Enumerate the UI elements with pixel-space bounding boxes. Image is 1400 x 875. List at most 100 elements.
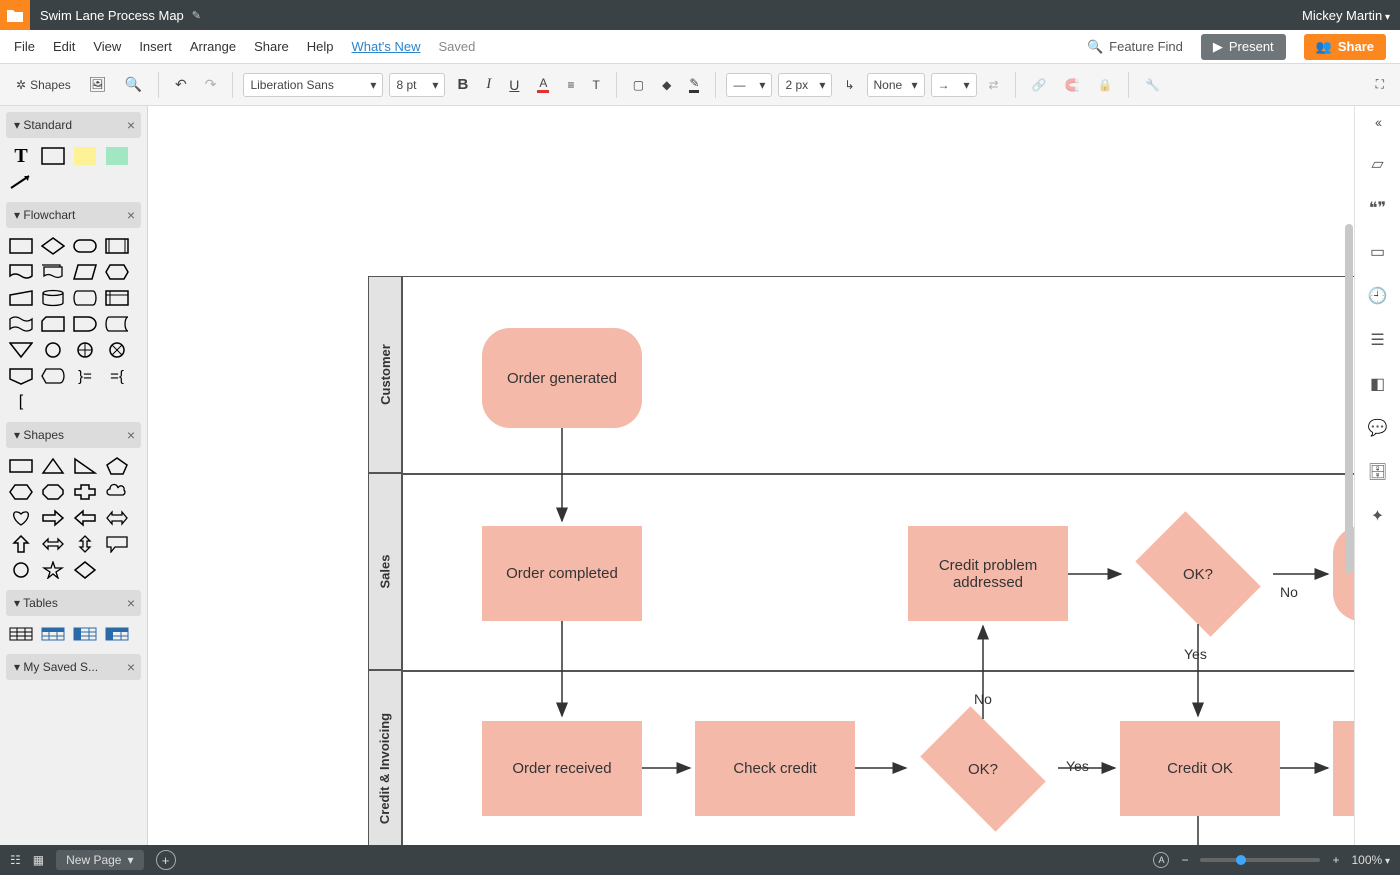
- table-shape-1[interactable]: [8, 624, 34, 644]
- italic-button[interactable]: I: [480, 72, 497, 97]
- text-options-button[interactable]: T: [586, 74, 605, 96]
- close-icon[interactable]: ×: [127, 117, 135, 133]
- redo-button[interactable]: ↷: [199, 72, 223, 97]
- lock-button[interactable]: 🔒: [1091, 74, 1118, 96]
- node-invoice-prepared[interactable]: Invoice prepared: [1333, 721, 1354, 816]
- sh-triangle[interactable]: [40, 456, 66, 476]
- sh-double-arrow[interactable]: [104, 508, 130, 528]
- line-color-button[interactable]: ✎: [683, 72, 705, 97]
- sticky-green-shape[interactable]: [104, 146, 130, 166]
- section-standard[interactable]: ▾ Standard ×: [6, 112, 141, 138]
- feature-find[interactable]: 🔍 Feature Find: [1087, 39, 1183, 55]
- image-button[interactable]: 🖼: [83, 72, 113, 97]
- magnet-button[interactable]: 🧲: [1059, 74, 1086, 96]
- document-title[interactable]: Swim Lane Process Map ✎: [40, 8, 201, 23]
- line-style-select[interactable]: ―▾: [726, 73, 772, 97]
- sh-arrow-left[interactable]: [72, 508, 98, 528]
- user-menu[interactable]: Mickey Martin: [1302, 8, 1390, 23]
- table-shape-4[interactable]: [104, 624, 130, 644]
- chat-icon[interactable]: 💬: [1368, 418, 1388, 438]
- sh-octagon[interactable]: [40, 482, 66, 502]
- present-button[interactable]: ▶ Present: [1201, 34, 1286, 60]
- swap-ends-button[interactable]: ⇄: [983, 74, 1005, 96]
- node-ok2[interactable]: OK?: [908, 719, 1058, 819]
- text-shape[interactable]: T: [8, 146, 34, 166]
- node-check-credit[interactable]: Check credit: [695, 721, 855, 816]
- sh-callout[interactable]: [104, 534, 130, 554]
- sh-arrow-both[interactable]: [40, 534, 66, 554]
- link-button[interactable]: 🔗: [1026, 74, 1053, 96]
- sh-pentagon[interactable]: [104, 456, 130, 476]
- underline-button[interactable]: U: [503, 73, 525, 97]
- search-button[interactable]: 🔍: [119, 72, 148, 97]
- menu-file[interactable]: File: [14, 39, 35, 54]
- fc-paper-tape[interactable]: [8, 314, 34, 334]
- fc-brace-left[interactable]: ={: [104, 366, 130, 386]
- fc-or[interactable]: [72, 340, 98, 360]
- fc-database[interactable]: [40, 288, 66, 308]
- font-family-select[interactable]: Liberation Sans▾: [243, 73, 383, 97]
- fc-brace-right[interactable]: }=: [72, 366, 98, 386]
- sh-cross[interactable]: [72, 482, 98, 502]
- magic-icon[interactable]: ✦: [1371, 506, 1384, 526]
- sh-cloud[interactable]: [104, 482, 130, 502]
- section-tables[interactable]: ▾ Tables ×: [6, 590, 141, 616]
- undo-button[interactable]: ↶: [169, 72, 193, 97]
- menu-help[interactable]: Help: [307, 39, 334, 54]
- close-icon[interactable]: ×: [127, 659, 135, 675]
- data-icon[interactable]: 🗄: [1367, 462, 1387, 482]
- fc-decision[interactable]: [40, 236, 66, 256]
- close-icon[interactable]: ×: [127, 207, 135, 223]
- zoom-in-button[interactable]: +: [1332, 853, 1339, 867]
- fc-multidoc[interactable]: [40, 262, 66, 282]
- rectangle-shape[interactable]: [40, 146, 66, 166]
- sh-arrow-up[interactable]: [8, 534, 34, 554]
- close-icon[interactable]: ×: [127, 427, 135, 443]
- fc-internal-storage[interactable]: [104, 288, 130, 308]
- fc-display[interactable]: [40, 366, 66, 386]
- line-routing-button[interactable]: ↳: [838, 74, 860, 96]
- comments-panel-icon[interactable]: ❝❞: [1369, 198, 1386, 218]
- menu-view[interactable]: View: [93, 39, 121, 54]
- fc-process[interactable]: [8, 236, 34, 256]
- font-size-select[interactable]: 8 pt▾: [389, 73, 445, 97]
- fill-color-button[interactable]: ◆: [656, 74, 677, 96]
- close-icon[interactable]: ×: [127, 595, 135, 611]
- grid-view-icon[interactable]: ▦: [33, 853, 44, 867]
- sh-heart[interactable]: [8, 508, 34, 528]
- border-style-button[interactable]: ▢: [627, 74, 650, 96]
- fc-stored-data[interactable]: [104, 314, 130, 334]
- table-shape-2[interactable]: [40, 624, 66, 644]
- fc-sum-junction[interactable]: [104, 340, 130, 360]
- sh-diamond[interactable]: [72, 560, 98, 580]
- section-flowchart[interactable]: ▾ Flowchart ×: [6, 202, 141, 228]
- fc-terminator[interactable]: [72, 236, 98, 256]
- text-color-button[interactable]: A: [531, 72, 555, 97]
- presentation-icon[interactable]: ▭: [1370, 242, 1385, 262]
- lane-label-sales[interactable]: Sales: [368, 473, 402, 670]
- fc-preparation[interactable]: [104, 262, 130, 282]
- arrow-shape[interactable]: [8, 172, 34, 192]
- zoom-level[interactable]: 100%: [1351, 853, 1390, 867]
- fc-connector[interactable]: [40, 340, 66, 360]
- fc-document[interactable]: [8, 262, 34, 282]
- node-order-completed[interactable]: Order completed: [482, 526, 642, 621]
- fc-off-page[interactable]: [8, 366, 34, 386]
- bold-button[interactable]: B: [451, 72, 474, 97]
- canvas[interactable]: Customer Sales Credit & Invoicing ontrol…: [148, 106, 1354, 845]
- menu-insert[interactable]: Insert: [139, 39, 172, 54]
- pencil-icon[interactable]: ✎: [192, 9, 201, 22]
- node-ok1[interactable]: OK?: [1123, 524, 1273, 624]
- fc-manual-input[interactable]: [8, 288, 34, 308]
- share-button[interactable]: 👥 Share: [1304, 34, 1386, 60]
- node-order-generated[interactable]: Order generated: [482, 328, 642, 428]
- layers-icon[interactable]: ☰: [1370, 330, 1384, 350]
- lane-label-credit[interactable]: Credit & Invoicing: [368, 670, 402, 845]
- master-page-icon[interactable]: ◧: [1370, 374, 1385, 394]
- zoom-out-button[interactable]: −: [1181, 853, 1188, 867]
- table-shape-3[interactable]: [72, 624, 98, 644]
- history-icon[interactable]: 🕘: [1368, 286, 1388, 306]
- menu-whats-new[interactable]: What's New: [352, 39, 421, 54]
- node-credit-problem[interactable]: Credit problem addressed: [908, 526, 1068, 621]
- shapes-menu-button[interactable]: ✲Shapes: [10, 74, 77, 96]
